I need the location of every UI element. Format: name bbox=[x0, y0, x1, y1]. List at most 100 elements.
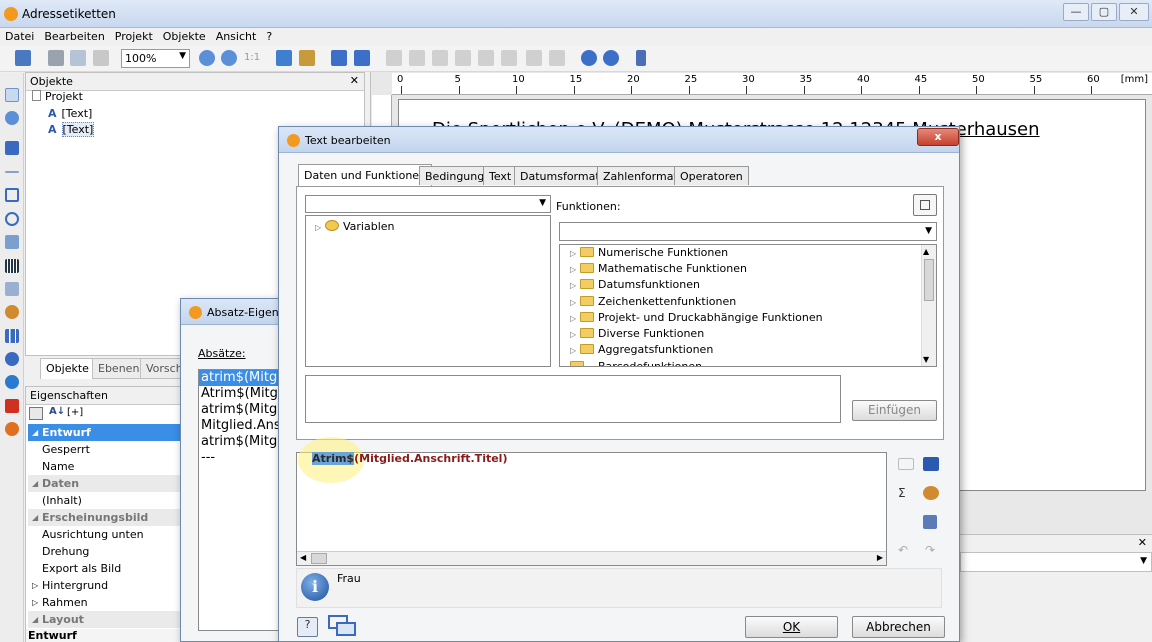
rectangle-tool-icon[interactable] bbox=[5, 188, 19, 202]
layer-up-icon[interactable] bbox=[331, 50, 347, 66]
menu-ansicht[interactable]: Ansicht bbox=[211, 28, 262, 43]
save-icon[interactable] bbox=[15, 50, 31, 66]
barcode-tool-icon[interactable] bbox=[5, 259, 19, 273]
expand-icon[interactable]: ◢ bbox=[32, 424, 38, 441]
ok-button[interactable]: OK bbox=[745, 616, 838, 638]
property-row[interactable]: ◢ Daten bbox=[28, 475, 198, 492]
minimize-button[interactable]: — bbox=[1063, 3, 1089, 21]
tab-ebenen[interactable]: Ebenen bbox=[92, 358, 146, 379]
expand-icon[interactable]: ▷ bbox=[570, 298, 578, 307]
scroll-thumb[interactable] bbox=[924, 259, 934, 301]
function-category[interactable]: ▷ Datumsfunktionen bbox=[570, 278, 700, 294]
zoom-select[interactable]: 100% ▼ bbox=[121, 49, 190, 68]
tab-vorschau[interactable]: Vorscha bbox=[140, 358, 184, 379]
expand-icon[interactable]: ▷ bbox=[570, 265, 578, 274]
expand-icon[interactable]: ▷ bbox=[570, 314, 578, 323]
layer-down-icon[interactable] bbox=[354, 50, 370, 66]
property-row[interactable]: ▷ Hintergrund bbox=[28, 577, 198, 594]
expand-icon[interactable]: ▷ bbox=[570, 281, 578, 290]
distribute-h-icon[interactable] bbox=[526, 50, 542, 66]
format-icon[interactable] bbox=[923, 515, 937, 529]
windows-icon[interactable] bbox=[328, 615, 358, 637]
help-icon[interactable] bbox=[581, 50, 597, 66]
line-tool-icon[interactable] bbox=[5, 171, 19, 173]
paste-icon[interactable] bbox=[93, 50, 109, 66]
property-row[interactable]: ◢ Layout bbox=[28, 611, 198, 628]
property-row[interactable]: ◢ Entwurf bbox=[28, 424, 198, 441]
insert-button[interactable]: Einfügen bbox=[852, 400, 937, 421]
menu-projekt[interactable]: Projekt bbox=[110, 28, 158, 43]
expand-all-button[interactable]: [+] bbox=[67, 407, 83, 418]
image-tool-icon[interactable] bbox=[5, 235, 19, 249]
scroll-right-icon[interactable]: ▶ bbox=[877, 553, 883, 562]
cancel-button[interactable]: Abbrechen bbox=[852, 616, 945, 638]
select-tool-icon[interactable] bbox=[5, 88, 19, 102]
variables-filter-select[interactable]: ▼ bbox=[305, 195, 551, 213]
sort-alpha-icon[interactable]: A↓ bbox=[49, 406, 65, 417]
scroll-left-icon[interactable]: ◀ bbox=[300, 553, 306, 562]
function-category[interactable]: ▷ Zeichenkettenfunktionen bbox=[570, 295, 736, 311]
align-bottom-icon[interactable] bbox=[501, 50, 517, 66]
expand-icon[interactable]: ◢ bbox=[32, 475, 38, 492]
copy-icon[interactable] bbox=[70, 50, 86, 66]
expand-icon[interactable]: ▷ bbox=[32, 594, 38, 611]
tab-objekte[interactable]: Objekte bbox=[40, 358, 95, 379]
ellipse-tool-icon[interactable] bbox=[5, 212, 19, 226]
variables-tree[interactable]: ▷ Variablen bbox=[305, 215, 551, 367]
expand-icon[interactable]: ◢ bbox=[32, 509, 38, 526]
help-icon[interactable]: ? bbox=[297, 617, 318, 637]
property-row[interactable]: Gesperrt bbox=[28, 441, 198, 458]
tab-zahlenformat[interactable]: Zahlenformat bbox=[597, 166, 684, 185]
zoom-in-icon[interactable] bbox=[199, 50, 215, 66]
gauge-tool-icon[interactable] bbox=[5, 352, 19, 366]
function-category[interactable]: ▷ Diverse Funktionen bbox=[570, 327, 704, 343]
refresh-icon[interactable] bbox=[276, 50, 292, 66]
scroll-up-icon[interactable]: ▲ bbox=[923, 247, 929, 256]
project-icon[interactable] bbox=[299, 50, 315, 66]
property-row[interactable]: Ausrichtung unten bbox=[28, 526, 198, 543]
scroll-thumb[interactable] bbox=[311, 553, 327, 564]
context-help-icon[interactable] bbox=[603, 50, 619, 66]
chart-tool-icon[interactable] bbox=[5, 329, 19, 343]
keyboard-icon[interactable] bbox=[923, 457, 939, 471]
html-tool-icon[interactable] bbox=[5, 375, 19, 389]
functions-scrollbar[interactable]: ▲ ▼ bbox=[921, 245, 936, 366]
formula-editor[interactable]: ◀ ▶ bbox=[296, 452, 887, 566]
property-row[interactable]: Export als Bild bbox=[28, 560, 198, 577]
expand-icon[interactable]: ◢ bbox=[32, 611, 38, 628]
dialog-close-button[interactable]: x bbox=[917, 128, 959, 146]
property-row[interactable]: ▷ Rahmen bbox=[28, 594, 198, 611]
rtf-tool-icon[interactable] bbox=[5, 282, 19, 296]
align-middle-icon[interactable] bbox=[478, 50, 494, 66]
tab-bedingung[interactable]: Bedingung bbox=[419, 166, 491, 185]
distribute-v-icon[interactable] bbox=[549, 50, 565, 66]
functions-filter-select[interactable]: ▼ bbox=[559, 222, 937, 241]
function-category[interactable]: ▷ Numerische Funktionen bbox=[570, 246, 728, 262]
parentheses-icon[interactable] bbox=[898, 458, 914, 470]
formula-hscrollbar[interactable]: ◀ ▶ bbox=[297, 551, 886, 565]
function-category[interactable]: ▷ Mathematische Funktionen bbox=[570, 262, 747, 278]
redo-icon[interactable]: ↷ bbox=[925, 543, 935, 557]
align-right-icon[interactable] bbox=[432, 50, 448, 66]
bottom-panel-select[interactable]: ▼ bbox=[960, 552, 1152, 572]
function-wizard-icon[interactable] bbox=[913, 194, 937, 216]
tab-operatoren[interactable]: Operatoren bbox=[674, 166, 749, 185]
menu-objekte[interactable]: Objekte bbox=[158, 28, 211, 43]
expand-icon[interactable]: ▷ bbox=[570, 330, 578, 339]
tree-item-text-1[interactable]: A [Text] bbox=[48, 107, 92, 120]
function-category[interactable]: Barcodefunktionen bbox=[570, 360, 702, 366]
cut-icon[interactable] bbox=[48, 50, 64, 66]
tab-text[interactable]: Text bbox=[483, 166, 518, 185]
categorized-icon[interactable] bbox=[29, 407, 43, 420]
tab-daten-und-funktionen[interactable]: Daten und Funktionen bbox=[298, 164, 433, 186]
tree-item-text-2[interactable]: A [Text] bbox=[48, 122, 95, 137]
expand-icon[interactable]: ▷ bbox=[570, 346, 578, 355]
expand-icon[interactable]: ▷ bbox=[570, 249, 578, 258]
property-row[interactable]: Name bbox=[28, 458, 198, 475]
zoom-out-icon[interactable] bbox=[221, 50, 237, 66]
property-row[interactable]: Drehung bbox=[28, 543, 198, 560]
function-category[interactable]: ▷ Projekt- und Druckabhängige Funktionen bbox=[570, 311, 823, 327]
sum-icon[interactable]: Σ bbox=[898, 486, 906, 500]
property-row[interactable]: ◢ Erscheinungsbild bbox=[28, 509, 198, 526]
function-category[interactable]: ▷ Aggregatsfunktionen bbox=[570, 343, 713, 359]
